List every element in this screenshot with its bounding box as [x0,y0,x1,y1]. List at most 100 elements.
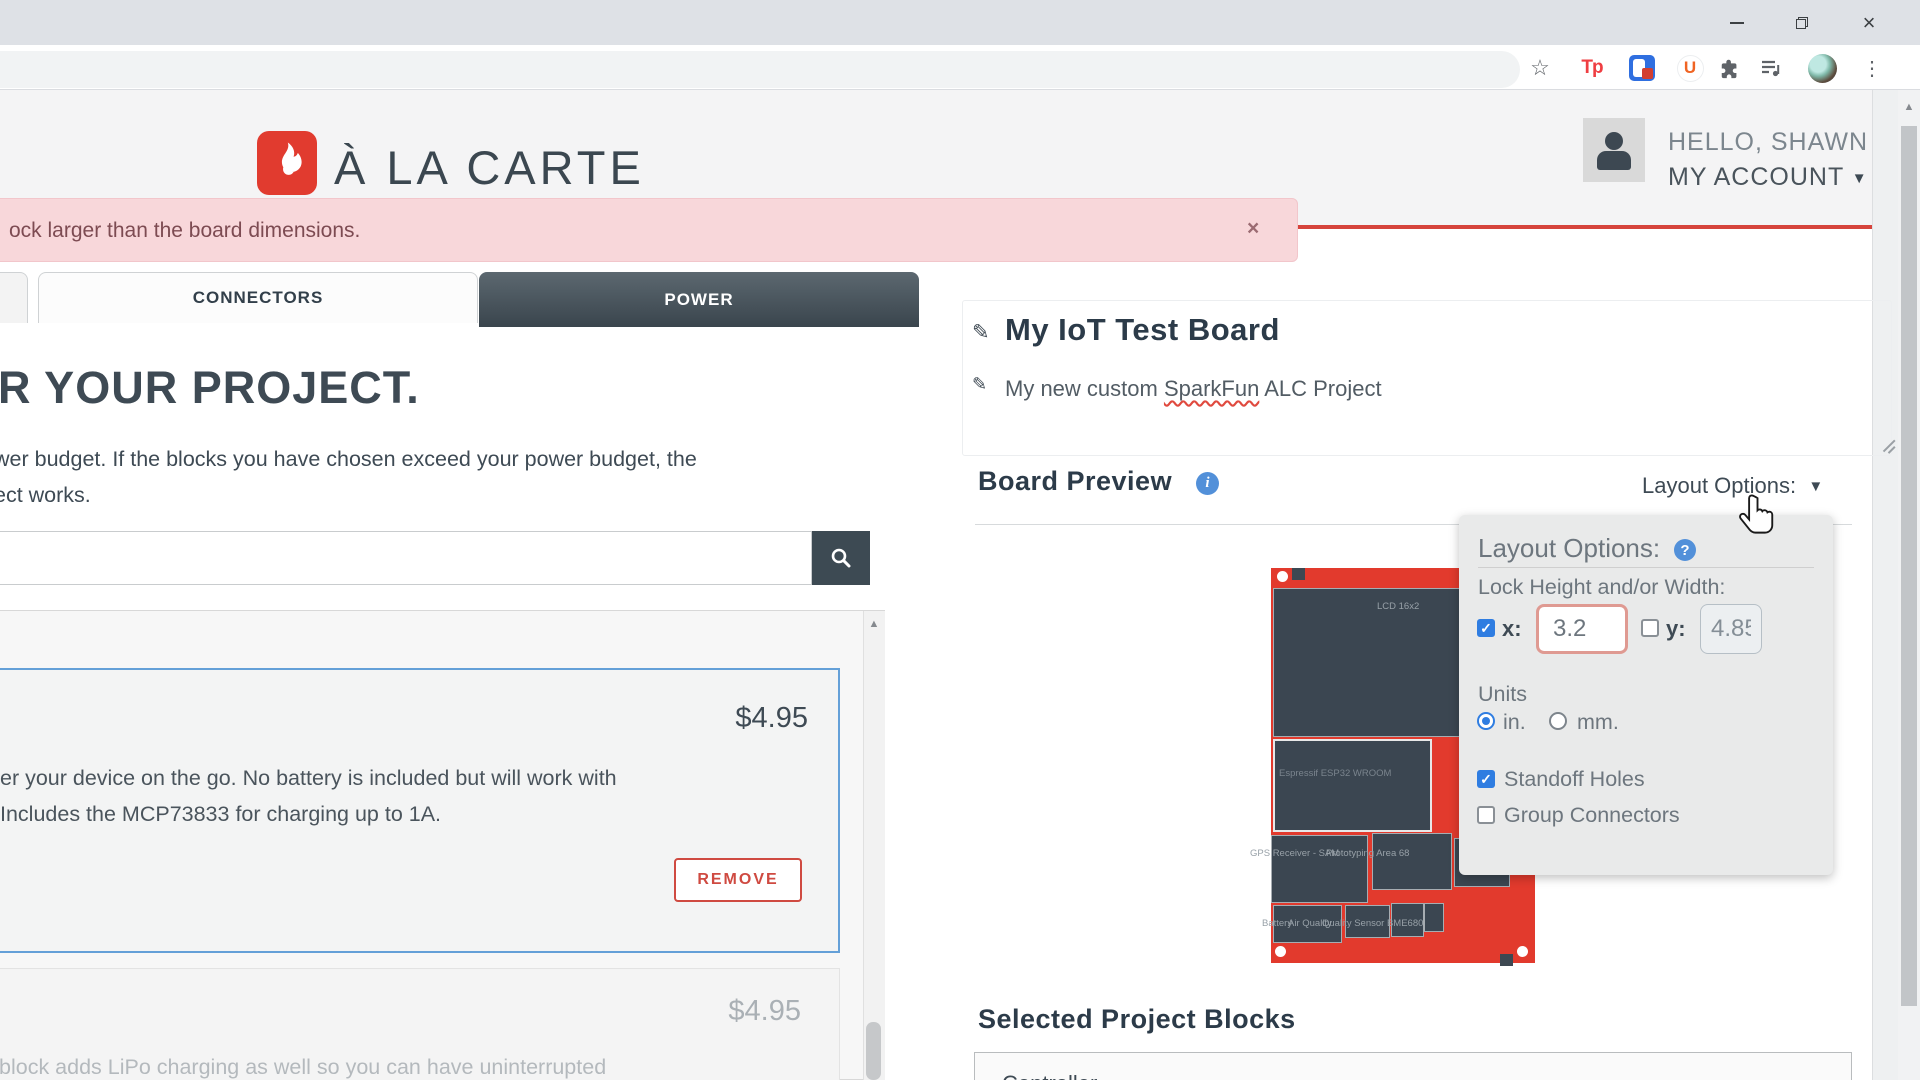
board-block-proto[interactable] [1372,833,1452,890]
scrollbar-up-arrow[interactable]: ▲ [1898,101,1920,113]
chevron-down-icon: ▼ [1852,170,1868,187]
selected-block-item: Controller [1002,1071,1097,1080]
units-in-radio[interactable] [1477,712,1495,730]
extensions-puzzle-icon[interactable] [1714,52,1746,84]
search-input[interactable] [0,531,812,585]
x-dimension-input[interactable] [1536,604,1628,654]
tab-partial-offscreen[interactable] [0,272,28,323]
board-block-esp32[interactable] [1273,739,1432,832]
sparkfun-logo[interactable] [257,131,317,195]
help-icon[interactable]: ? [1674,539,1696,561]
my-account-dropdown[interactable]: MY ACCOUNT ▼ [1668,163,1868,192]
window-minimize-button[interactable] [1708,0,1766,45]
block-label-proto: Prototyping Area 68 [1326,848,1409,859]
block-price: $4.95 [735,702,808,735]
browser-menu-button[interactable]: ⋮ [1856,52,1888,84]
y-dimension-input[interactable] [1700,604,1762,654]
standoff-holes-checkbox[interactable]: ✓ [1477,770,1495,788]
error-alert-banner: ock larger than the board dimensions. × [0,198,1298,262]
bookmark-star-icon[interactable]: ☆ [1524,52,1556,84]
lock-dimensions-label: Lock Height and/or Width: [1478,575,1725,600]
selected-blocks-heading: Selected Project Blocks [978,1004,1296,1035]
board-block-gps[interactable] [1271,835,1368,903]
minimize-icon [1730,22,1744,24]
board-preview-heading: Board Preview [978,466,1172,497]
block-price: $4.95 [728,995,801,1028]
project-subtitle[interactable]: My new custom SparkFun ALC Project [1005,376,1382,402]
search-icon [829,546,853,570]
shield-lock-extension-icon[interactable] [1626,52,1658,84]
group-connectors-checkbox[interactable] [1477,806,1495,824]
list-scrollbar[interactable] [863,611,885,1080]
logo-wordmark[interactable]: À LA CARTE [334,140,645,195]
info-icon[interactable]: i [1196,472,1219,495]
units-mm-label: mm. [1577,710,1619,735]
app-root: × ☆ Tp U ⋮ ▲ À LA CARTE HELLO, SHAWN MY … [0,0,1920,1080]
chevron-down-icon: ▼ [1808,478,1823,495]
standoff-hole [1517,946,1528,957]
group-connectors-label: Group Connectors [1504,803,1680,828]
popup-title: Layout Options: [1478,533,1660,564]
board-block-small-3[interactable] [1424,903,1444,932]
intro-line-1: wer budget. If the blocks you have chose… [0,447,697,472]
popup-divider [1478,567,1814,568]
kebab-menu-icon: ⋮ [1862,56,1882,81]
greeting-text: HELLO, SHAWN [1668,128,1868,157]
mouse-cursor-hand [1736,492,1778,540]
block-label-bme680: Quality Sensor BME680 [1322,918,1423,929]
list-scrollbar-thumb[interactable] [866,1022,881,1080]
units-label: Units [1478,682,1527,707]
tab-connectors[interactable]: CONNECTORS [38,272,478,323]
board-pad [1292,568,1305,580]
selected-blocks-panel: Controller [974,1052,1852,1080]
x-lock-checkbox[interactable]: ✓ [1477,619,1495,637]
block-description-line1: er your device on the go. No battery is … [0,766,617,791]
window-close-button[interactable]: × [1840,0,1898,45]
spellcheck-word: SparkFun [1164,376,1259,401]
resize-grip-icon[interactable] [1880,436,1898,454]
window-restore-button[interactable] [1773,0,1831,45]
page-title: R YOUR PROJECT. [0,362,420,414]
restore-icon [1796,17,1808,29]
board-pad [1500,954,1513,966]
block-label-lcd: LCD 16x2 [1377,601,1419,612]
u-extension-icon[interactable]: U [1674,52,1706,84]
next-block-card: $4.95 block adds LiPo charging as well s… [0,968,840,1080]
board-block-lcd[interactable] [1273,588,1460,737]
standoff-holes-label: Standoff Holes [1504,767,1645,792]
remove-button[interactable]: REMOVE [674,858,802,902]
x-label: x: [1502,616,1522,642]
address-bar[interactable] [0,51,1520,88]
search-button[interactable] [812,531,870,585]
page-background-gap [1872,90,1898,1080]
tp-extension-icon[interactable]: Tp [1576,52,1608,84]
edit-subtitle-pencil-icon[interactable]: ✎ [972,374,987,395]
block-description-line2: Includes the MCP73833 for charging up to… [0,802,441,827]
edit-title-pencil-icon[interactable]: ✎ [972,320,990,345]
alert-close-button[interactable]: × [1247,217,1259,241]
units-mm-radio[interactable] [1549,712,1567,730]
y-lock-checkbox[interactable] [1641,619,1659,637]
account-avatar-box[interactable] [1583,118,1645,182]
window-scrollbar-thumb[interactable] [1901,126,1917,1006]
tab-power[interactable]: POWER [479,272,919,327]
avatar [1808,54,1837,83]
list-scrollbar-up-arrow[interactable]: ▲ [863,618,885,630]
y-label: y: [1666,616,1686,642]
standoff-hole [1277,571,1288,582]
layout-options-trigger[interactable]: Layout Options: ▼ [1642,473,1823,499]
shield-icon [1629,55,1655,81]
profile-avatar[interactable] [1806,52,1838,84]
window-titlebar[interactable] [0,0,1920,45]
close-icon: × [1863,12,1876,34]
block-label-esp32: Espressif ESP32 WROOM [1279,768,1391,779]
flame-icon [267,140,307,186]
person-icon [1597,130,1631,170]
intro-line-2: ect works. [0,483,91,508]
playlist-extension-icon[interactable] [1755,52,1787,84]
units-in-label: in. [1503,710,1526,735]
selected-block-card: $4.95 er your device on the go. No batte… [0,668,840,953]
alert-message: ock larger than the board dimensions. [9,219,360,243]
standoff-hole [1275,946,1286,957]
project-title[interactable]: My IoT Test Board [1005,312,1280,348]
